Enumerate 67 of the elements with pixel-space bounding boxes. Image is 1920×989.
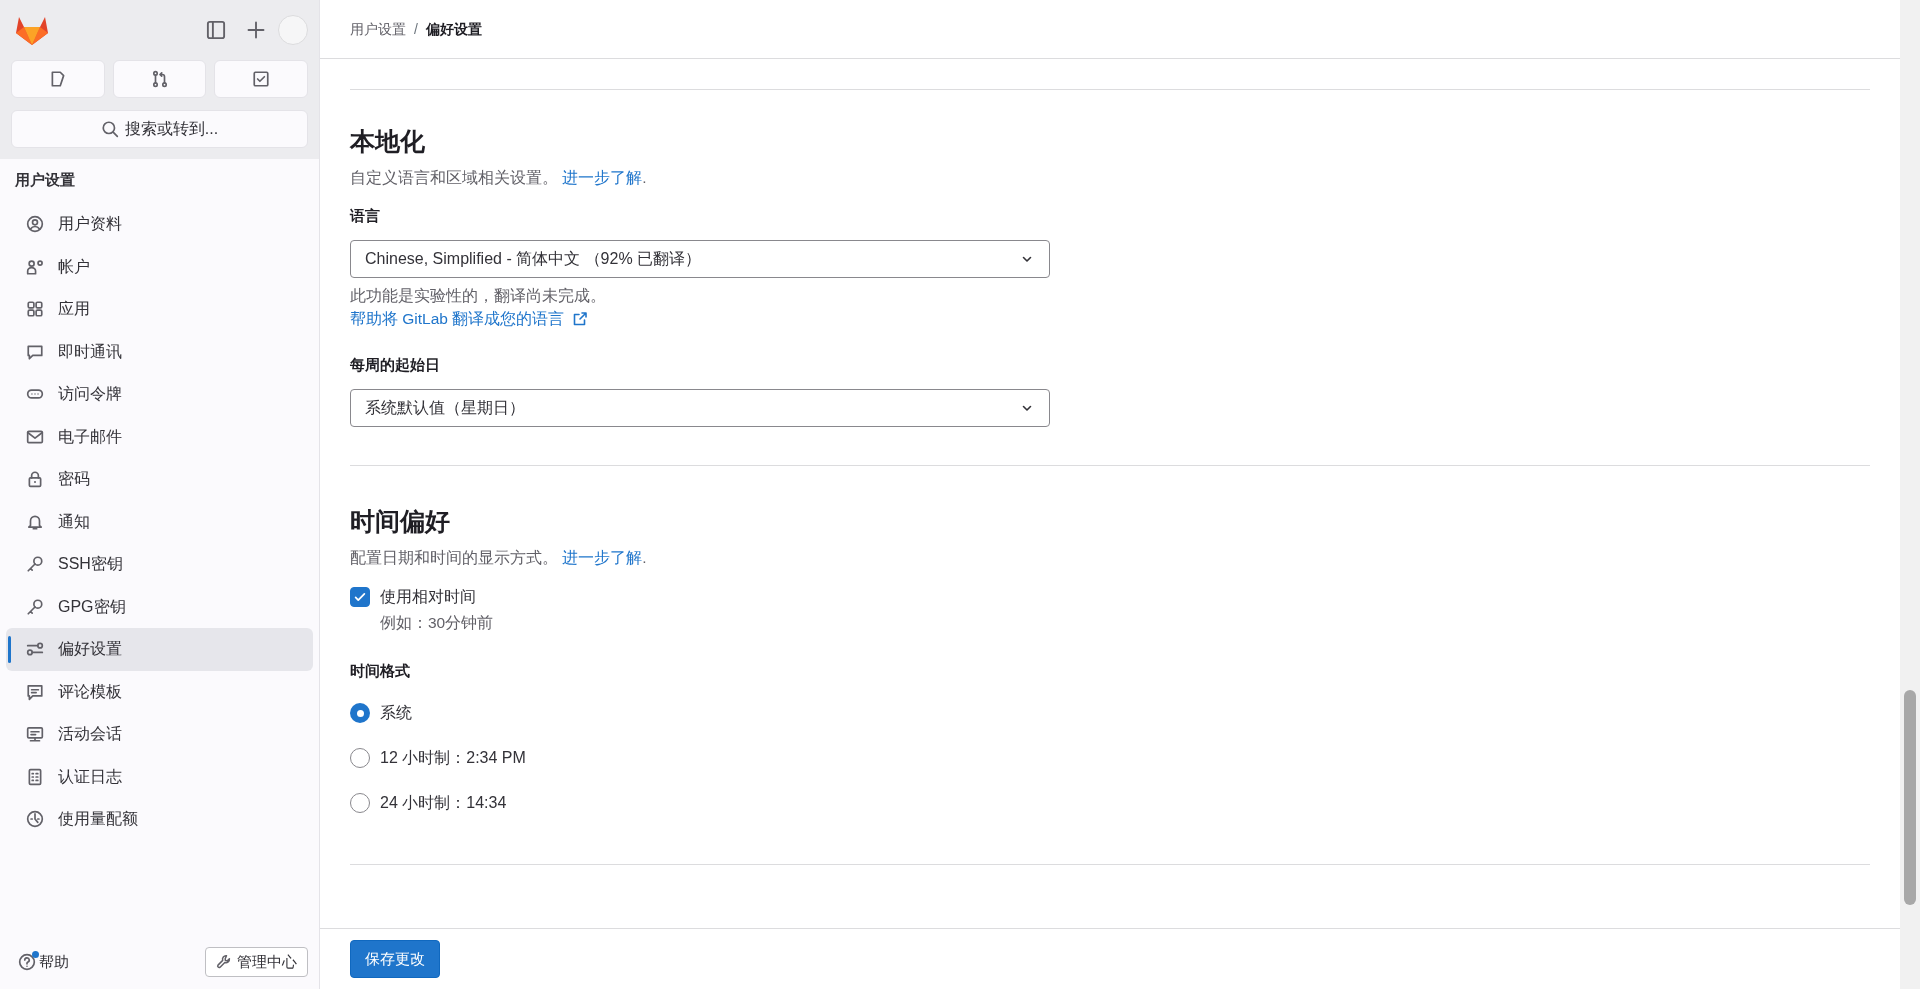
breadcrumb-separator: / <box>414 19 418 39</box>
comment-icon <box>26 682 44 701</box>
admin-area-button[interactable]: 管理中心 <box>205 946 308 977</box>
sidebar-item[interactable]: 电子邮件 <box>6 415 313 458</box>
list-icon <box>26 767 44 786</box>
save-changes-button[interactable]: 保存更改 <box>350 939 440 979</box>
help-text: 此功能是实验性的，翻译尚未完成。 <box>350 285 607 306</box>
checkbox-option[interactable]: 使用相对时间 <box>350 585 1870 609</box>
select-field[interactable]: 系统默认值（星期日） <box>350 388 1050 427</box>
section-heading: 本地化 <box>350 126 426 156</box>
sidebar-item[interactable]: GPG密钥 <box>6 585 313 628</box>
sidebar-item[interactable]: 帐户 <box>6 245 313 288</box>
breadcrumb-link[interactable]: 用户设置 <box>350 18 406 40</box>
radio-button[interactable] <box>350 748 370 769</box>
scrollbar-thumb[interactable] <box>1904 690 1916 905</box>
sidebar-section-title: 用户设置 <box>14 170 76 190</box>
check-icon <box>353 590 367 604</box>
wrench-icon <box>216 953 232 970</box>
help-text: 例如：30分钟前 <box>380 613 495 633</box>
radio-option[interactable]: 24 小时制：14:34 <box>350 780 1870 826</box>
sidebar-item[interactable]: 应用 <box>6 288 313 331</box>
radio-button[interactable] <box>350 703 370 724</box>
user-gear-icon <box>26 257 44 276</box>
sidebar-item[interactable]: 使用量配额 <box>6 798 313 841</box>
help-icon <box>18 952 36 971</box>
merge-request-icon <box>150 70 169 88</box>
key-icon <box>26 597 44 616</box>
notification-dot <box>32 950 39 958</box>
quick-action-button[interactable] <box>214 60 308 98</box>
sidebar-item[interactable]: 通知 <box>6 500 313 543</box>
field-label: 每周的起始日 <box>350 355 441 376</box>
external-link-icon <box>572 310 589 327</box>
radio-option[interactable]: 系统 <box>350 690 1870 736</box>
todo-icon <box>252 70 271 88</box>
grid-icon <box>26 300 44 319</box>
scrollbar[interactable] <box>1900 0 1920 989</box>
section-heading: 时间偏好 <box>350 505 451 536</box>
sidebar-item[interactable]: SSH密钥 <box>6 543 313 586</box>
field-label: 语言 <box>350 206 381 227</box>
lock-icon <box>26 470 44 489</box>
radio-option[interactable]: 12 小时制：2:34 PM <box>350 735 1870 781</box>
help-button[interactable]: 帮助 <box>18 950 69 973</box>
key-icon <box>26 555 44 574</box>
sidebar-item[interactable]: 即时通讯 <box>6 330 313 373</box>
sidebar-item[interactable]: 访问令牌 <box>6 373 313 416</box>
select-field[interactable]: Chinese, Simplified - 简体中文 （92% 已翻译） <box>350 239 1050 278</box>
sidebar-item[interactable]: 偏好设置 <box>6 628 313 671</box>
plus-icon <box>246 20 266 40</box>
user-circle-icon <box>26 215 44 234</box>
panel-icon <box>206 20 226 40</box>
monitor-icon <box>26 725 44 744</box>
search-icon <box>100 120 119 138</box>
quick-action-button[interactable] <box>11 60 105 98</box>
radio-button[interactable] <box>350 793 370 814</box>
quick-action-button[interactable] <box>112 60 207 98</box>
field-label: 时间格式 <box>350 661 411 682</box>
sidebar-item[interactable]: 密码 <box>6 458 313 501</box>
search-button[interactable]: 搜索或转到... <box>11 110 308 148</box>
checkbox[interactable] <box>350 587 370 607</box>
translate-help-link[interactable]: 帮助将 GitLab 翻译成您的语言 <box>350 307 589 331</box>
breadcrumb-link[interactable]: 偏好设置 <box>425 18 482 40</box>
sidebar-item[interactable]: 评论模板 <box>6 670 313 713</box>
section-description: 自定义语言和区域相关设置。 进一步了解. <box>350 168 648 188</box>
section-description: 配置日期和时间的显示方式。 进一步了解. <box>350 547 648 568</box>
sidebar-item[interactable]: 活动会话 <box>6 713 313 756</box>
sidebar-item[interactable]: 认证日志 <box>6 755 313 798</box>
sidebar-item[interactable]: 用户资料 <box>6 203 313 246</box>
